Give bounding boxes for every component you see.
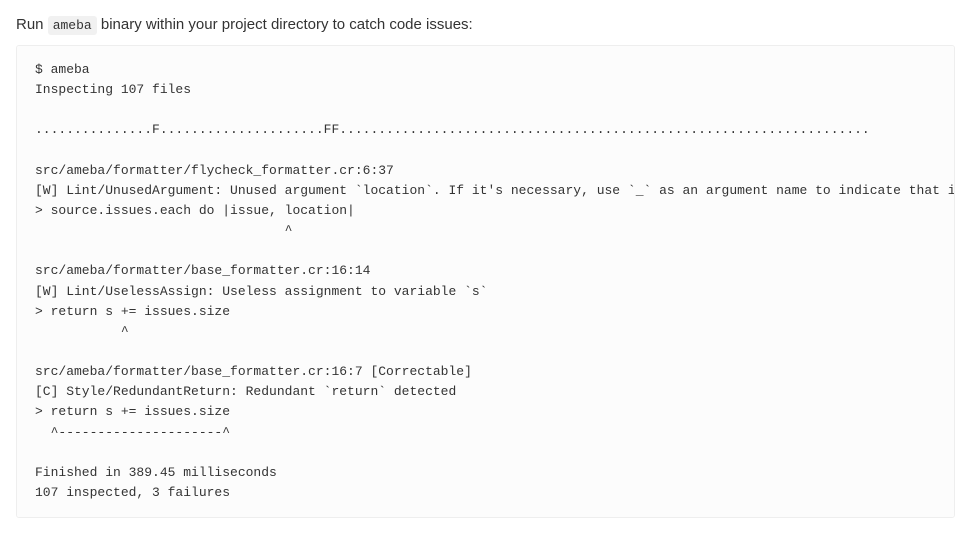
intro-before: Run (16, 16, 48, 33)
intro-after: binary within your project directory to … (97, 16, 473, 33)
terminal-output[interactable]: $ ameba Inspecting 107 files ...........… (16, 45, 955, 518)
intro-text: Run ameba binary within your project dir… (16, 16, 955, 33)
intro-code: ameba (48, 16, 97, 35)
